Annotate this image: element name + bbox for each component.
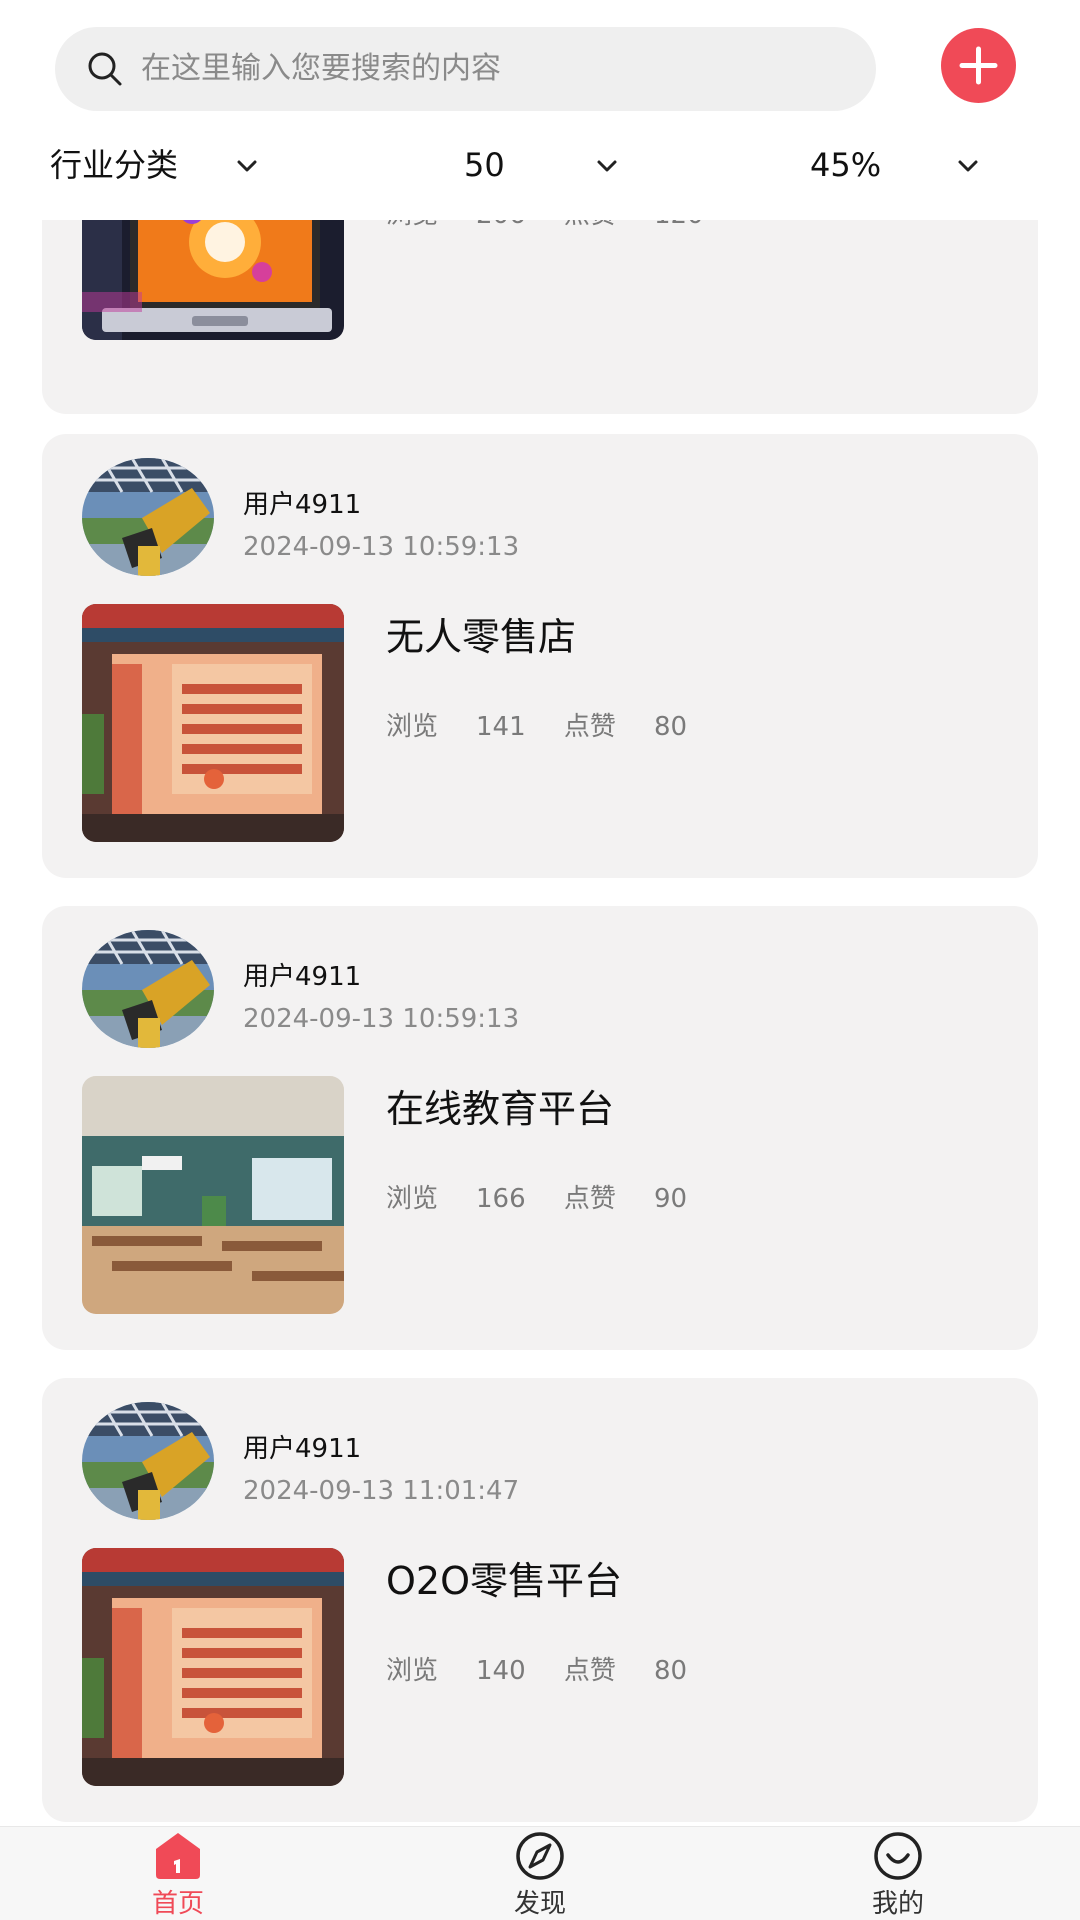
filter-percent[interactable]: 45%: [810, 135, 990, 195]
views-count: 140: [476, 1656, 526, 1686]
post-card[interactable]: 用户4911 2024-09-13 11:01:47 O2O零售平台 浏览 14…: [42, 1378, 1038, 1822]
chevron-down-icon: [597, 160, 617, 172]
post-thumbnail-store: [82, 604, 344, 842]
avatar[interactable]: [82, 1402, 214, 1520]
likes-label: 点赞: [564, 220, 616, 230]
post-thumbnail-laptop: [82, 220, 344, 340]
bottom-tab-bar: 首页 发现 我的: [0, 1826, 1080, 1920]
post-title[interactable]: O2O零售平台: [386, 1550, 622, 1605]
post-card[interactable]: 用户4911 2024-09-13 10:59:13: [42, 434, 1038, 878]
post-title[interactable]: 在线教育平台: [386, 1078, 614, 1133]
post-timestamp: 2024-09-13 11:01:47: [243, 1476, 520, 1506]
tab-home-label: 首页: [151, 1889, 204, 1919]
tab-discover-label: 发现: [513, 1889, 566, 1919]
post-timestamp: 2024-09-13 10:59:13: [243, 532, 520, 562]
views-label: 浏览: [386, 1184, 439, 1214]
likes-count: 80: [653, 1656, 688, 1686]
post-stats: 浏览 140 点赞 80: [386, 1650, 717, 1687]
post-card[interactable]: 用户4911 2024-09-13 10:59:13: [42, 906, 1038, 1350]
post-username: 用户4911: [243, 490, 362, 520]
chevron-down-icon: [958, 160, 978, 172]
home-icon: [156, 1833, 200, 1879]
likes-label: 点赞: [563, 1184, 616, 1214]
views-count: 141: [476, 712, 526, 742]
likes-label: 点赞: [563, 1656, 616, 1686]
post-stats: 浏览 141 点赞 80: [386, 706, 717, 743]
tab-discover[interactable]: 发现: [480, 1827, 600, 1920]
filter-count-label: 50: [464, 146, 505, 184]
post-card[interactable]: 浏览 206 点赞 120: [42, 220, 1038, 414]
likes-count: 80: [653, 712, 688, 742]
header: 在这里输入您要搜索的内容 行业分类 50 45%: [0, 0, 1080, 220]
filter-count[interactable]: 50: [464, 135, 624, 195]
post-thumbnail-classroom: [82, 1076, 344, 1314]
post-stats: 浏览 206 点赞 120: [386, 220, 734, 231]
add-post-button[interactable]: [941, 28, 1016, 103]
tab-me-label: 我的: [871, 1889, 924, 1919]
smile-icon: [874, 1832, 922, 1880]
chevron-down-icon: [237, 160, 257, 172]
post-timestamp: 2024-09-13 10:59:13: [243, 1004, 520, 1034]
filter-industry-label: 行业分类: [50, 146, 179, 184]
filter-bar: 行业分类 50 45%: [0, 135, 1080, 195]
avatar[interactable]: [82, 930, 214, 1048]
post-feed[interactable]: 浏览206 点赞120 用户4911 2024-09-13 10:59:1: [0, 220, 1080, 1825]
likes-count: 120: [654, 220, 704, 230]
filter-industry[interactable]: 行业分类: [50, 135, 270, 195]
filter-percent-label: 45%: [810, 146, 882, 184]
post-thumbnail-store: [82, 1548, 344, 1786]
views-count: 166: [476, 1184, 526, 1214]
tab-me[interactable]: 我的: [838, 1827, 958, 1920]
views-count: 206: [476, 220, 526, 230]
tab-home[interactable]: 首页: [118, 1827, 238, 1920]
views-label: 浏览: [386, 712, 439, 742]
search-icon: [88, 52, 122, 86]
post-username: 用户4911: [243, 962, 362, 992]
home-page: 在这里输入您要搜索的内容 行业分类 50 45% 用户4911 2024-09-…: [0, 0, 1080, 1920]
views-label: 浏览: [386, 1656, 439, 1686]
avatar[interactable]: [82, 458, 214, 576]
post-username: 用户4911: [243, 1434, 362, 1464]
post-stats: 浏览 166 点赞 90: [386, 1178, 717, 1215]
post-title[interactable]: 无人零售店: [386, 606, 576, 661]
views-label: 浏览: [386, 220, 438, 230]
search-placeholder: 在这里输入您要搜索的内容: [141, 51, 501, 86]
search-input[interactable]: 在这里输入您要搜索的内容: [55, 27, 876, 111]
compass-icon: [516, 1832, 564, 1880]
plus-icon: [959, 46, 998, 85]
likes-label: 点赞: [563, 712, 616, 742]
likes-count: 90: [653, 1184, 688, 1214]
